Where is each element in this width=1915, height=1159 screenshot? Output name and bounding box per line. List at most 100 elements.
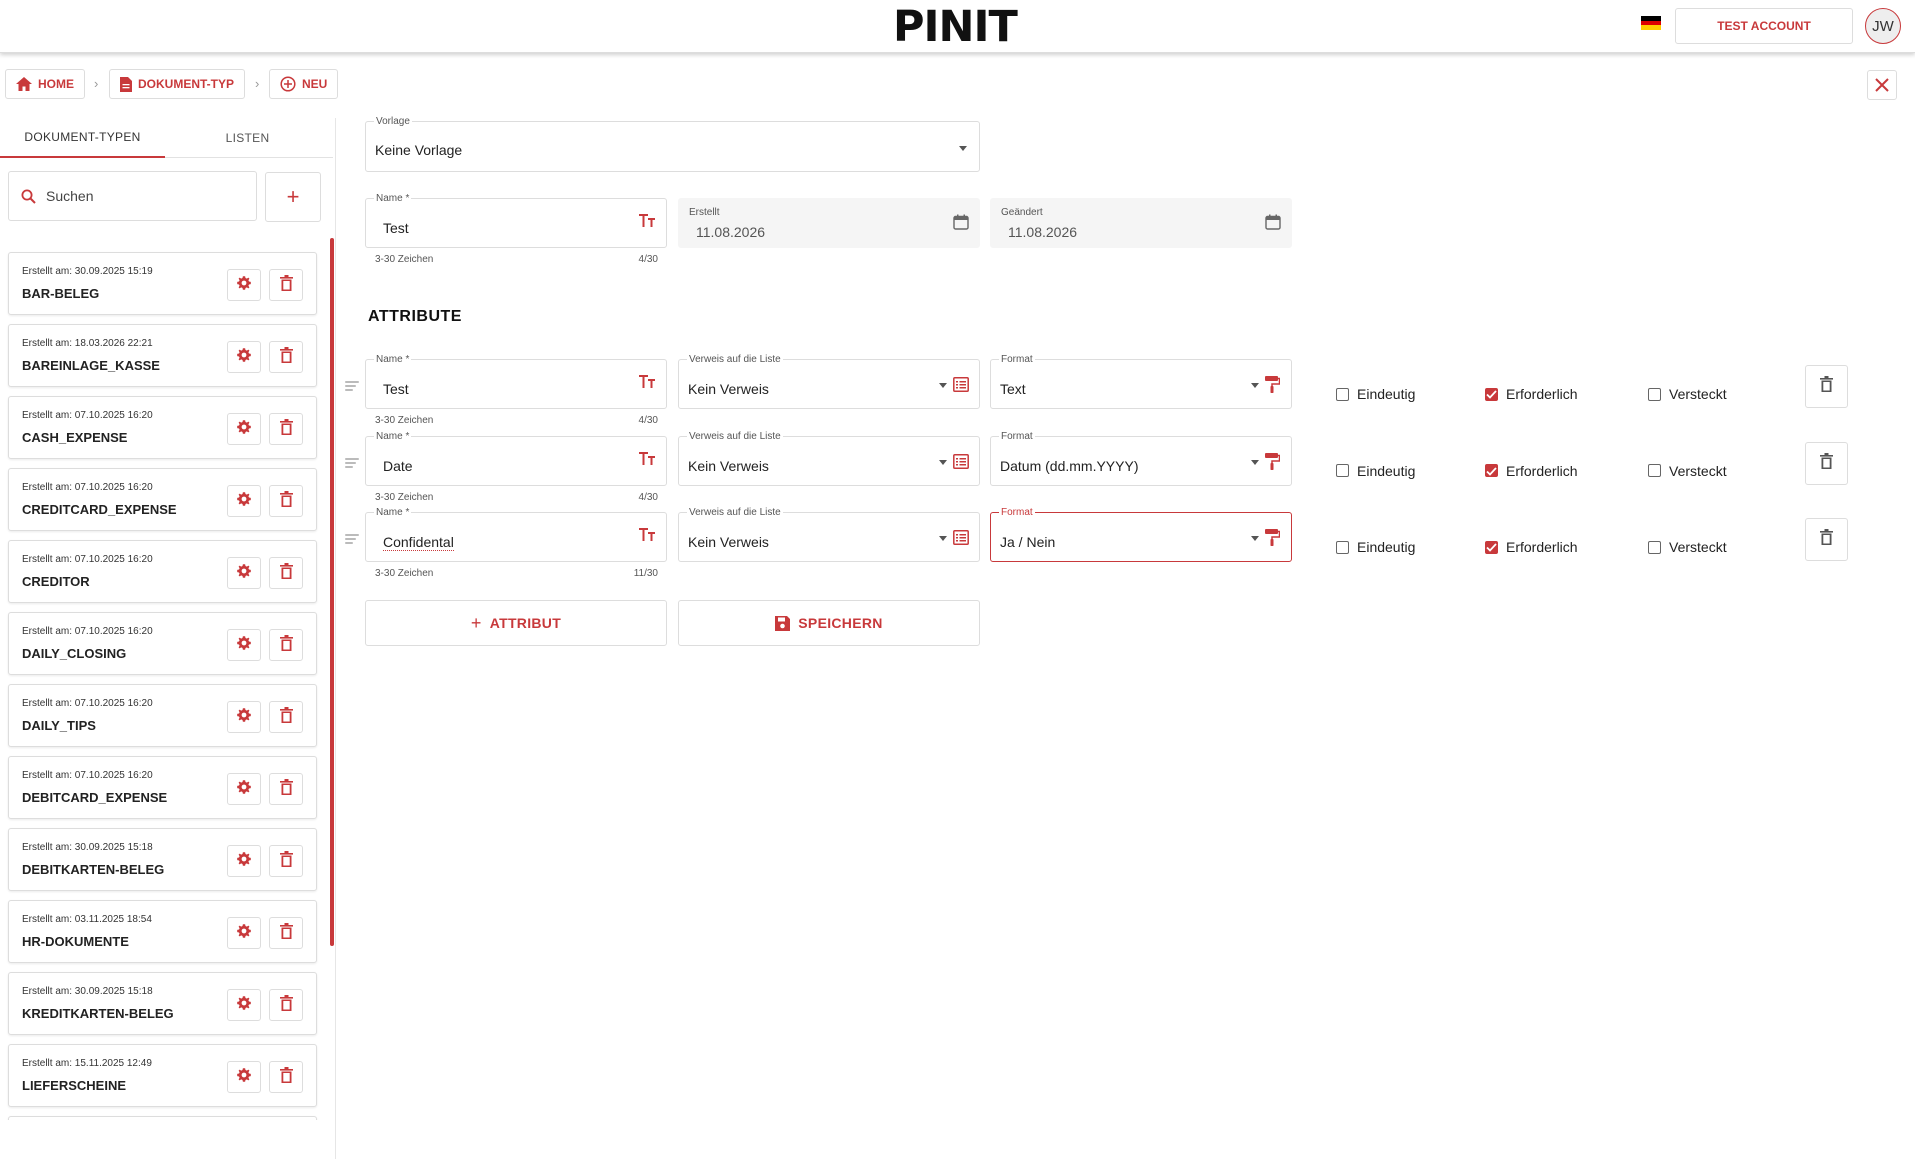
settings-button[interactable]	[227, 1061, 261, 1093]
delete-button[interactable]	[269, 917, 303, 949]
checkbox-required[interactable]: Erforderlich	[1485, 539, 1578, 555]
delete-button[interactable]	[269, 341, 303, 373]
checkbox-box[interactable]	[1648, 387, 1661, 401]
save-button[interactable]: SPEICHERN	[678, 600, 980, 646]
list-reference-select[interactable]: Verweis auf die Liste Kein Verweis	[678, 430, 980, 486]
list-item[interactable]: Erstellt am: 07.10.2025 16:20 DEBITCARD_E…	[8, 756, 317, 819]
attribute-name-field[interactable]: Name * Confidental	[365, 507, 667, 562]
template-select[interactable]: Vorlage Keine Vorlage	[365, 116, 980, 172]
list-item[interactable]: Erstellt am: 07.10.2025 16:20 CASH_EXPENS…	[8, 396, 317, 459]
search-icon	[21, 189, 36, 204]
search-placeholder: Suchen	[46, 188, 94, 204]
delete-attribute-button[interactable]	[1805, 518, 1848, 561]
list-item[interactable]: Erstellt am: 30.09.2025 15:18 KREDITKARTE…	[8, 972, 317, 1035]
list-reference-select[interactable]: Verweis auf die Liste Kein Verweis	[678, 354, 980, 409]
delete-button[interactable]	[269, 1061, 303, 1093]
list-item[interactable]: Erstellt am: 03.11.2025 18:54 HR-DOKUMENT…	[8, 900, 317, 963]
list-reference-select[interactable]: Verweis auf die Liste Kein Verweis	[678, 507, 980, 562]
delete-attribute-button[interactable]	[1805, 365, 1848, 408]
breadcrumb-home[interactable]: HOME	[5, 69, 85, 99]
calendar-icon	[1265, 214, 1281, 235]
settings-button[interactable]	[227, 269, 261, 301]
list-scrollbar[interactable]	[330, 238, 334, 946]
list-item[interactable]: Erstellt am: 30.09.2025 15:19 BAR-BELEG	[8, 252, 317, 315]
list-item[interactable]	[8, 1116, 317, 1120]
list-item[interactable]: Erstellt am: 18.03.2026 22:21 BAREINLAGE_…	[8, 324, 317, 387]
add-document-type-button[interactable]: +	[265, 172, 321, 222]
field-label: Verweis auf die Liste	[687, 430, 783, 442]
document-type-list[interactable]: Erstellt am: 30.09.2025 15:19 BAR-BELEG Er…	[0, 238, 333, 1120]
checkbox-box[interactable]	[1485, 387, 1498, 401]
attribute-name-field[interactable]: Name * Date	[365, 430, 667, 486]
chevron-down-icon	[1251, 536, 1259, 541]
checkbox-box[interactable]	[1648, 464, 1661, 477]
checkbox-hidden[interactable]: Versteckt	[1648, 539, 1727, 555]
delete-button[interactable]	[269, 485, 303, 517]
checkbox-box[interactable]	[1336, 464, 1349, 477]
list-item-date: Erstellt am: 07.10.2025 16:20	[22, 482, 153, 493]
delete-button[interactable]	[269, 629, 303, 661]
name-field[interactable]: Name * Test	[365, 193, 667, 248]
text-format-icon	[638, 214, 656, 233]
checkbox-unique[interactable]: Eindeutig	[1336, 386, 1415, 402]
settings-button[interactable]	[227, 341, 261, 373]
checkbox-box[interactable]	[1485, 464, 1498, 477]
app-logo[interactable]: PINIT	[893, 6, 1018, 49]
settings-button[interactable]	[227, 773, 261, 805]
breadcrumb-new[interactable]: NEU	[269, 69, 339, 99]
settings-button[interactable]	[227, 629, 261, 661]
list-item[interactable]: Erstellt am: 07.10.2025 16:20 CREDITCARD_…	[8, 468, 317, 531]
settings-button[interactable]	[227, 485, 261, 517]
list-item[interactable]: Erstellt am: 07.10.2025 16:20 DAILY_CLOSI…	[8, 612, 317, 675]
drag-handle-icon[interactable]	[345, 457, 359, 470]
settings-button[interactable]	[227, 701, 261, 733]
settings-button[interactable]	[227, 917, 261, 949]
format-select[interactable]: Format Text	[990, 354, 1292, 409]
delete-attribute-button[interactable]	[1805, 441, 1848, 485]
format-select[interactable]: Format Datum (dd.mm.YYYY)	[990, 430, 1292, 486]
list-item-date: Erstellt am: 30.09.2025 15:18	[22, 842, 153, 853]
delete-button[interactable]	[269, 557, 303, 589]
delete-button[interactable]	[269, 773, 303, 805]
avatar[interactable]: JW	[1865, 8, 1901, 44]
checkbox-box[interactable]	[1336, 387, 1349, 401]
checkbox-required[interactable]: Erforderlich	[1485, 463, 1578, 479]
delete-button[interactable]	[269, 701, 303, 733]
settings-button[interactable]	[227, 557, 261, 589]
drag-handle-icon[interactable]	[345, 381, 359, 393]
breadcrumb-document-type[interactable]: DOKUMENT-TYP	[109, 69, 245, 99]
settings-button[interactable]	[227, 989, 261, 1021]
close-button[interactable]	[1867, 70, 1897, 100]
drag-handle-icon[interactable]	[345, 534, 359, 546]
settings-button[interactable]	[227, 845, 261, 877]
checkbox-required[interactable]: Erforderlich	[1485, 386, 1578, 402]
search-input[interactable]: Suchen	[8, 171, 257, 221]
checkbox-hidden[interactable]: Versteckt	[1648, 463, 1727, 479]
list-item[interactable]: Erstellt am: 15.11.2025 12:49 LIEFERSCHEI…	[8, 1044, 317, 1107]
german-flag-icon[interactable]	[1641, 16, 1661, 30]
account-button[interactable]: TEST ACCOUNT	[1675, 8, 1853, 44]
list-item[interactable]: Erstellt am: 07.10.2025 16:20 DAILY_TIPS	[8, 684, 317, 747]
field-label: Name *	[374, 507, 412, 518]
checkbox-label: Erforderlich	[1506, 386, 1578, 402]
delete-button[interactable]	[269, 269, 303, 301]
delete-button[interactable]	[269, 845, 303, 877]
delete-button[interactable]	[269, 413, 303, 445]
add-attribute-button[interactable]: + ATTRIBUT	[365, 600, 667, 646]
checkbox-unique[interactable]: Eindeutig	[1336, 539, 1415, 555]
checkbox-box[interactable]	[1336, 540, 1349, 554]
tab-lists[interactable]: LISTEN	[165, 118, 330, 158]
list-item[interactable]: Erstellt am: 30.09.2025 15:18 DEBITKARTEN…	[8, 828, 317, 891]
attribute-name-field[interactable]: Name * Test	[365, 354, 667, 409]
delete-button[interactable]	[269, 989, 303, 1021]
format-select[interactable]: Format Ja / Nein	[990, 507, 1292, 562]
list-item-name: BAR-BELEG	[22, 286, 100, 301]
tab-document-types[interactable]: DOKUMENT-TYPEN	[0, 118, 165, 158]
checkbox-box[interactable]	[1648, 540, 1661, 554]
list-item[interactable]: Erstellt am: 07.10.2025 16:20 CREDITOR	[8, 540, 317, 603]
checkbox-box[interactable]	[1485, 540, 1498, 554]
checkbox-hidden[interactable]: Versteckt	[1648, 386, 1727, 402]
trash-icon	[1820, 452, 1833, 474]
settings-button[interactable]	[227, 413, 261, 445]
checkbox-unique[interactable]: Eindeutig	[1336, 463, 1415, 479]
